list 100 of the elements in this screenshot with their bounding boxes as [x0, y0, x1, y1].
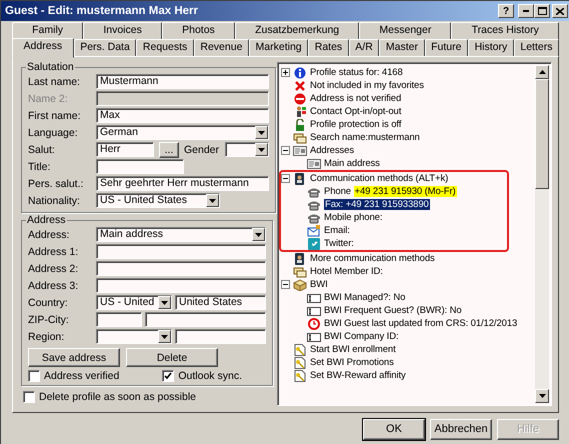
collapse-icon[interactable] — [281, 280, 290, 289]
input-field[interactable] — [96, 91, 270, 106]
tree-item[interactable]: Start BWI enrollment — [310, 344, 396, 355]
tree-item[interactable]: BWI Guest last updated from CRS: 01/12/2013 — [324, 318, 518, 329]
tab[interactable]: Letters — [514, 39, 560, 57]
tree-item[interactable]: Communication methods (ALT+k) — [310, 173, 448, 184]
field-label: Country: — [28, 296, 69, 308]
tab[interactable]: Family — [12, 22, 84, 40]
action-button[interactable]: Save address — [28, 348, 120, 367]
tree-item[interactable]: Fax: +49 231 915933890 — [324, 199, 430, 210]
tree-item[interactable]: Set BWI Promotions — [310, 357, 394, 368]
tree-item[interactable]: Main address — [324, 158, 380, 169]
minimize-button[interactable] — [518, 4, 534, 18]
dropdown-button[interactable] — [158, 296, 171, 309]
tree-item[interactable]: BWI Frequent Guest? (BWR): No — [324, 305, 462, 316]
tab[interactable]: History — [468, 39, 514, 57]
tree-item[interactable]: Twitter: — [324, 238, 354, 249]
tree-item[interactable]: More communication methods — [310, 253, 435, 264]
tab[interactable]: Messenger — [359, 22, 452, 40]
tab[interactable]: Future — [424, 39, 468, 57]
tab[interactable]: Invoices — [83, 22, 162, 40]
tree-item[interactable]: Profile protection is off — [310, 119, 402, 130]
tree-item[interactable]: Contact Opt-in/opt-out — [310, 106, 402, 117]
tab[interactable]: Rates — [308, 39, 349, 57]
group-title: Salutation — [26, 62, 75, 73]
tree-item[interactable]: Addresses — [310, 145, 354, 156]
checkbox[interactable] — [28, 370, 40, 382]
input-field[interactable] — [145, 312, 266, 327]
field-label: Nationality: — [28, 194, 81, 206]
tree-item[interactable]: BWI Managed?: No — [324, 292, 406, 303]
checkbox[interactable] — [23, 391, 35, 403]
dropdown-field[interactable] — [225, 142, 270, 157]
action-button[interactable]: Delete — [126, 348, 218, 367]
tree-item[interactable]: Not included in my favorites — [310, 80, 424, 91]
tree-item[interactable]: Profile status for: 4168 — [310, 67, 403, 78]
expand-icon[interactable] — [281, 68, 290, 77]
dropdown-field[interactable]: US - United — [96, 295, 172, 310]
tree-item[interactable]: Phone — [324, 186, 351, 197]
input-field[interactable] — [96, 312, 142, 327]
tab[interactable]: Zusatzbemerkung — [234, 22, 360, 40]
tab[interactable]: Master — [379, 39, 425, 57]
input-field[interactable] — [96, 278, 266, 293]
collapse-icon[interactable] — [281, 174, 290, 183]
field-label: ZIP-City: — [28, 314, 70, 326]
browse-button[interactable]: ... — [159, 142, 179, 158]
address-card-icon — [293, 144, 307, 156]
field-label: Name 2: — [28, 92, 69, 104]
tree-item[interactable]: Email: — [324, 225, 350, 236]
dropdown-button[interactable] — [158, 330, 171, 343]
scrollbar[interactable] — [535, 65, 549, 403]
dropdown-button[interactable] — [206, 194, 219, 207]
dropdown-field[interactable]: German — [96, 125, 270, 140]
maximize-button[interactable] — [534, 4, 550, 18]
tree-item[interactable]: BWI Company ID: — [324, 331, 399, 342]
input-field[interactable]: Sehr geehrter Herr mustermann — [96, 176, 270, 191]
dropdown-button[interactable] — [252, 228, 265, 241]
tab[interactable]: Pers. Data — [74, 39, 136, 57]
tree-item[interactable]: Set BW-Reward affinity — [310, 370, 406, 381]
cards-icon — [293, 132, 307, 144]
tree-item[interactable]: Address is not verified — [310, 93, 402, 104]
dropdown-field[interactable] — [96, 329, 172, 344]
tree-item[interactable]: Hotel Member ID: — [310, 266, 383, 277]
cards-icon — [293, 266, 307, 278]
tab[interactable]: Traces History — [451, 22, 560, 40]
tree-item[interactable]: Mobile phone: — [324, 212, 382, 223]
field-label: First name: — [28, 110, 82, 122]
tree-item[interactable]: Search name:mustermann — [310, 132, 420, 143]
input-field[interactable]: Max — [96, 108, 270, 123]
scroll-thumb[interactable] — [535, 79, 549, 189]
input-field[interactable]: Herr — [96, 142, 154, 157]
input-field[interactable]: Mustermann — [96, 74, 270, 89]
input-field[interactable]: United States — [175, 295, 266, 310]
dropdown-button[interactable] — [255, 126, 268, 139]
tab[interactable]: Requests — [136, 39, 194, 57]
tab[interactable]: Marketing — [248, 39, 308, 57]
text-field-icon — [307, 304, 321, 316]
checkbox[interactable] — [162, 370, 174, 382]
close-button[interactable] — [552, 4, 568, 18]
dialog-button[interactable]: Abbrechen — [430, 418, 492, 440]
field-label: Salut: — [28, 144, 56, 156]
tab[interactable]: A/R — [348, 39, 380, 57]
tab[interactable]: Revenue — [194, 39, 249, 57]
bird-icon — [307, 238, 321, 250]
input-field[interactable] — [96, 244, 266, 259]
input-field[interactable] — [96, 159, 184, 174]
tree-item[interactable]: BWI — [310, 279, 328, 290]
field-label: Last name: — [28, 76, 81, 88]
input-field[interactable] — [175, 329, 266, 344]
dropdown-field[interactable]: US - United States — [96, 193, 220, 208]
collapse-icon[interactable] — [281, 146, 290, 155]
dropdown-field[interactable]: Main address — [96, 227, 266, 242]
key-document-icon — [293, 344, 307, 356]
tab[interactable]: Photos — [162, 22, 235, 40]
help-button[interactable]: ? — [498, 4, 514, 18]
input-field[interactable] — [96, 261, 266, 276]
checkbox-label: Outlook sync. — [178, 370, 242, 382]
dialog-button[interactable]: OK — [363, 418, 425, 440]
dropdown-button[interactable] — [255, 143, 268, 156]
tab[interactable]: Address — [12, 38, 74, 58]
field-label: Language: — [28, 126, 79, 138]
